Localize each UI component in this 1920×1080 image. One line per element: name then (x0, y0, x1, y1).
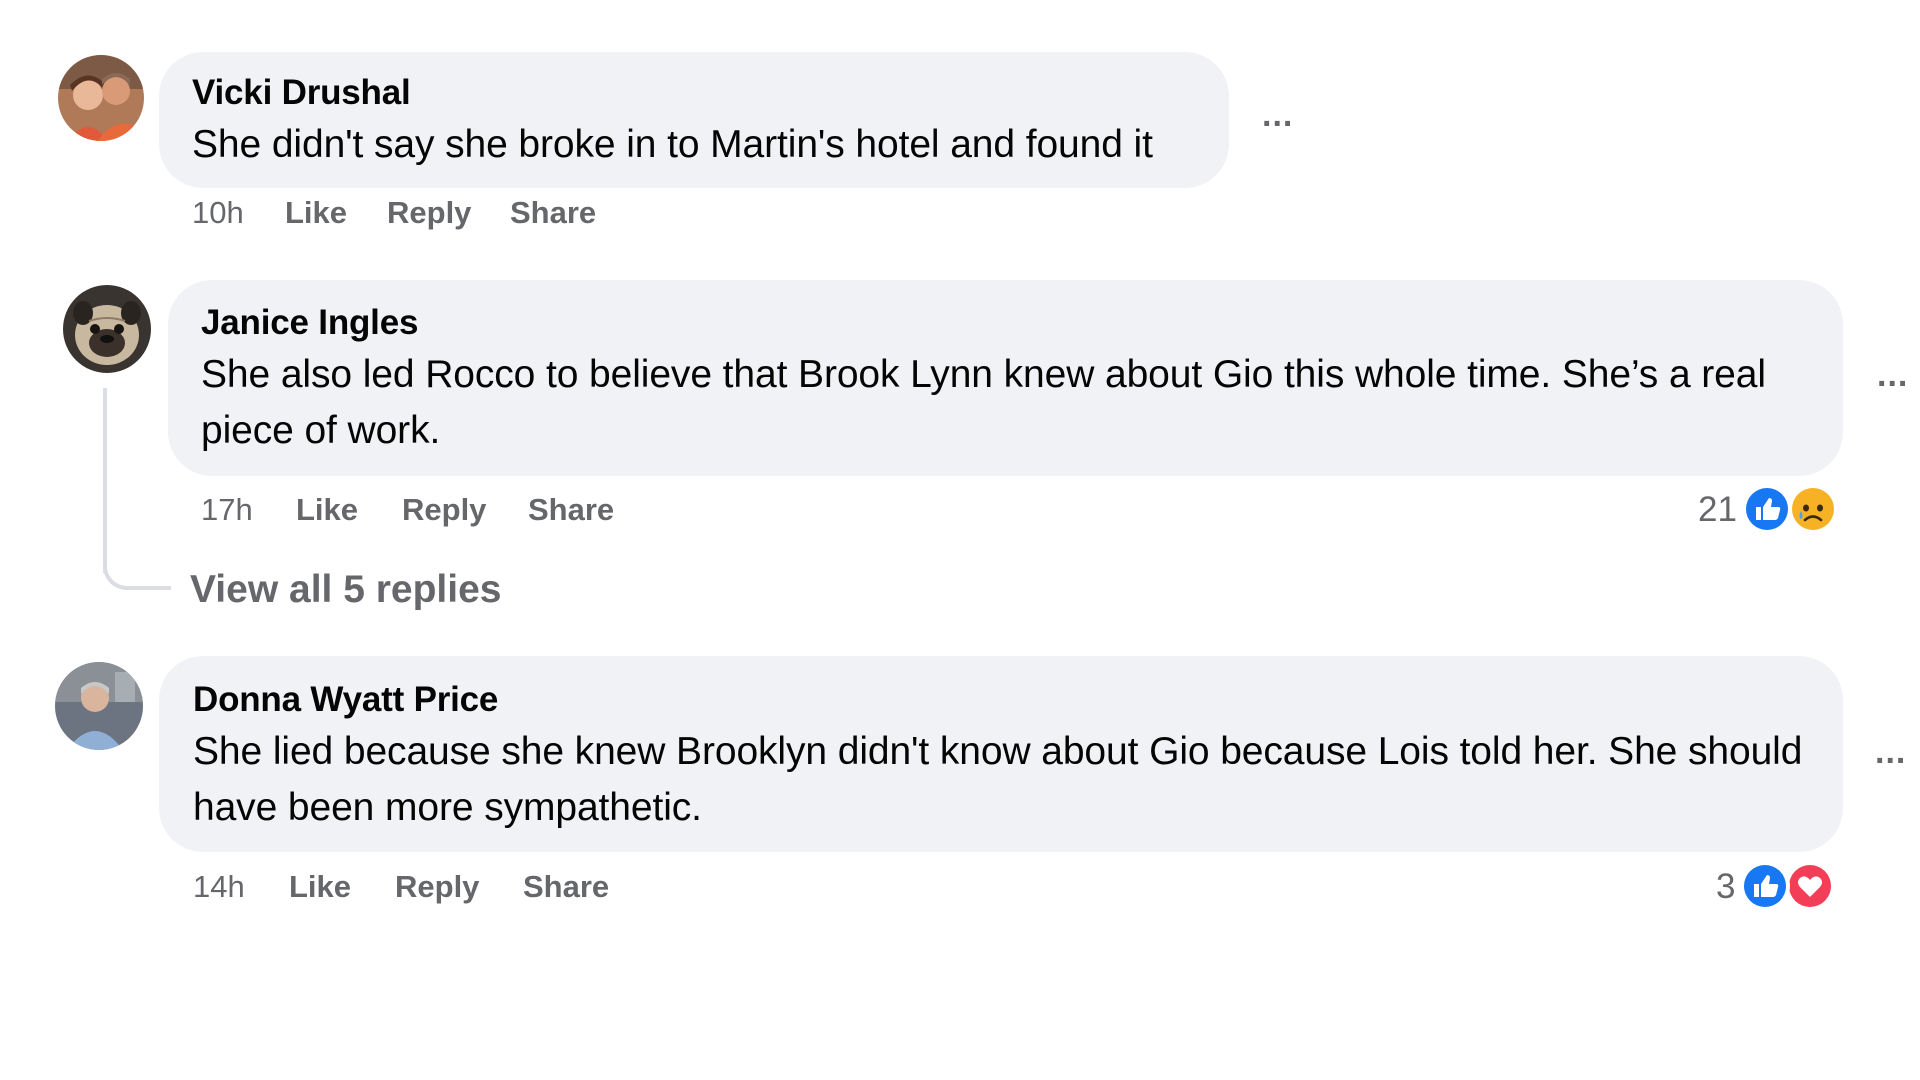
author-avatar[interactable] (63, 285, 151, 373)
like-button[interactable]: Like (289, 869, 351, 905)
avatar-photo-pug (63, 285, 151, 373)
comment-actions: 10h Like Reply Share (192, 195, 692, 235)
thread-line-curve (103, 540, 171, 590)
love-icon (1785, 861, 1835, 911)
comment-author[interactable]: Janice Ingles (201, 303, 418, 343)
comment-author[interactable]: Vicki Drushal (192, 73, 411, 113)
reaction-count[interactable]: 21 (1698, 490, 1737, 530)
comment-text: She lied because she knew Brooklyn didn'… (193, 730, 1803, 829)
comment-actions: 17h Like Reply Share (201, 492, 701, 532)
comment-text: She also led Rocco to believe that Brook… (201, 353, 1766, 452)
author-avatar[interactable] (55, 662, 143, 750)
comment-actions: 14h Like Reply Share (193, 869, 693, 909)
sad-icon (1788, 484, 1838, 534)
comment-author[interactable]: Donna Wyatt Price (193, 680, 498, 720)
more-options-icon[interactable]: ... (1875, 735, 1906, 769)
like-icon (1742, 484, 1792, 534)
share-button[interactable]: Share (528, 492, 614, 528)
reply-button[interactable]: Reply (387, 195, 471, 231)
like-icon (1740, 861, 1790, 911)
reply-button[interactable]: Reply (395, 869, 479, 905)
more-options-icon[interactable]: ... (1877, 358, 1908, 392)
avatar-photo-person (55, 662, 143, 750)
comment-timestamp[interactable]: 14h (193, 869, 245, 905)
more-options-icon[interactable]: ... (1262, 98, 1293, 132)
view-replies-link[interactable]: View all 5 replies (190, 568, 501, 612)
share-button[interactable]: Share (523, 869, 609, 905)
comment-text: She didn't say she broke in to Martin's … (192, 123, 1153, 166)
share-button[interactable]: Share (510, 195, 596, 231)
like-button[interactable]: Like (285, 195, 347, 231)
reaction-count[interactable]: 3 (1716, 867, 1735, 907)
like-button[interactable]: Like (296, 492, 358, 528)
comment-timestamp[interactable]: 10h (192, 195, 244, 231)
reply-button[interactable]: Reply (402, 492, 486, 528)
comment-timestamp[interactable]: 17h (201, 492, 253, 528)
author-avatar[interactable] (58, 55, 144, 141)
avatar-photo-couple (58, 55, 144, 141)
